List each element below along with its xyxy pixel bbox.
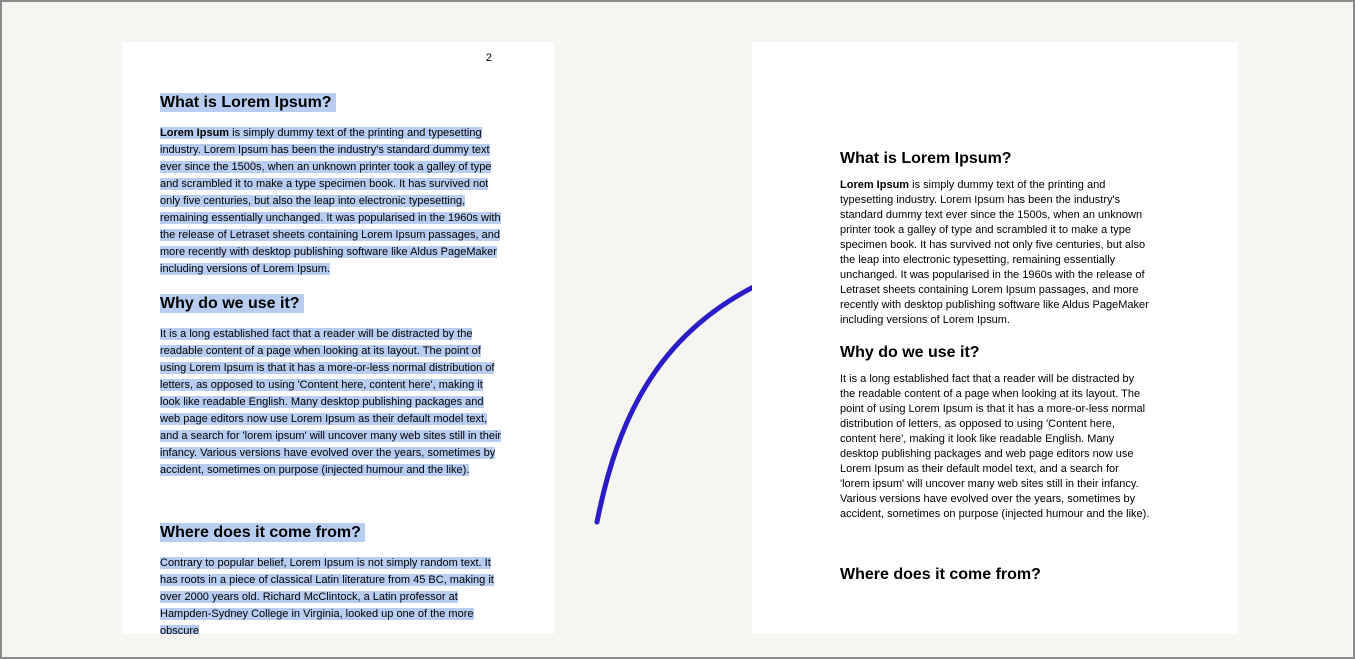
- section-body-what-is: Lorem Ipsum is simply dummy text of the …: [840, 178, 1150, 328]
- section-title-why-use: Why do we use it?: [160, 294, 304, 313]
- section-title-where-from: Where does it come from?: [160, 523, 365, 542]
- section-title-what-is: What is Lorem Ipsum?: [160, 93, 336, 112]
- section-body-what-is: Lorem Ipsum is simply dummy text of the …: [160, 127, 501, 275]
- section-body-why-use: It is a long established fact that a rea…: [840, 372, 1150, 522]
- body-text: is simply dummy text of the printing and…: [840, 179, 1149, 326]
- section-title-where-from: Where does it come from?: [840, 566, 1150, 584]
- lead-text: Lorem Ipsum: [160, 127, 229, 139]
- section-title-why-use: Why do we use it?: [840, 344, 1150, 362]
- page-number: 2: [486, 52, 492, 64]
- section-body-where-from: Contrary to popular belief, Lorem Ipsum …: [160, 557, 494, 634]
- blank-spacer: [160, 484, 504, 506]
- canvas-frame: 2 What is Lorem Ipsum? Lorem Ipsum is si…: [0, 0, 1355, 659]
- section-body-why-use: It is a long established fact that a rea…: [160, 328, 501, 476]
- body-text: is simply dummy text of the printing and…: [160, 127, 501, 275]
- destination-page: What is Lorem Ipsum? Lorem Ipsum is simp…: [752, 42, 1238, 634]
- lead-text: Lorem Ipsum: [840, 179, 909, 191]
- section-title-what-is: What is Lorem Ipsum?: [840, 150, 1150, 168]
- source-page: 2 What is Lorem Ipsum? Lorem Ipsum is si…: [122, 42, 554, 634]
- blank-spacer: [840, 522, 1150, 550]
